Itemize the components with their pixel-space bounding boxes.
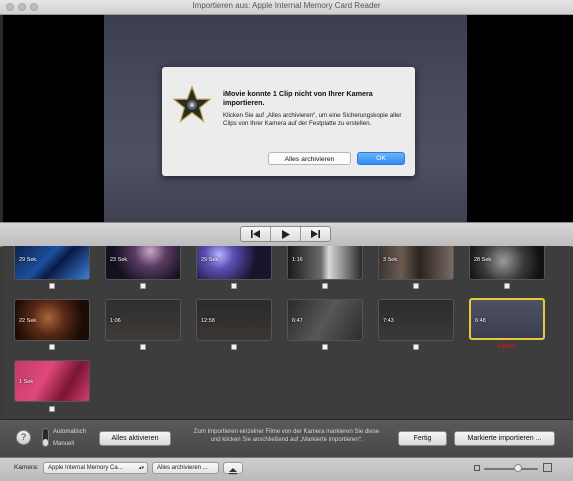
clip-thumbnail[interactable]: 1:16 xyxy=(287,246,363,280)
dialog-title: iMovie konnte 1 Clip nicht von Ihrer Kam… xyxy=(223,89,373,107)
clip-duration: 12:58 xyxy=(201,318,215,324)
done-button[interactable]: Fertig xyxy=(398,431,447,446)
manual-label: Manuell xyxy=(53,441,75,447)
clip-checkbox[interactable] xyxy=(140,344,146,350)
next-button[interactable] xyxy=(301,227,330,241)
popup-arrows-icon: ▴▾ xyxy=(138,465,144,471)
window-title: Importieren aus: Apple Internal Memory C… xyxy=(192,1,381,10)
camera-label: Kamera: xyxy=(14,464,39,471)
clip-checkbox[interactable] xyxy=(49,344,55,350)
skip-forward-icon xyxy=(311,230,320,238)
clip-checkbox[interactable] xyxy=(49,283,55,289)
dialog-message: Klicken Sie auf „Alles archivieren“, um … xyxy=(223,112,402,127)
clip-thumbnail[interactable]: 6:47 xyxy=(287,299,363,341)
clip-thumbnail[interactable]: 1 Sek. xyxy=(14,360,90,402)
clip-thumbnail[interactable]: 1:06 xyxy=(105,299,181,341)
slider-knob[interactable] xyxy=(514,464,522,472)
clip-duration: 6:48 xyxy=(475,318,486,324)
clip-duration: 1 Sek. xyxy=(19,379,35,385)
camera-select-value: Apple Internal Memory Ca... xyxy=(48,465,123,471)
clip-thumbnail[interactable]: 29 Sek. xyxy=(196,246,272,280)
clip-thumbnail[interactable]: 12:58 xyxy=(196,299,272,341)
camera-status-bar: Kamera: Apple Internal Memory Ca... ▴▾ Al… xyxy=(0,457,573,481)
thumbnail-size-slider[interactable] xyxy=(484,468,538,470)
clip-checkbox[interactable] xyxy=(322,283,328,289)
clip-checkbox[interactable] xyxy=(49,406,55,412)
import-window: Importieren aus: Apple Internal Memory C… xyxy=(0,0,573,481)
clip-checkbox[interactable] xyxy=(413,283,419,289)
previous-button[interactable] xyxy=(241,227,271,241)
clip-duration: 6:47 xyxy=(292,318,303,324)
clip-duration: 29 Sek. xyxy=(19,257,38,263)
preview-divider xyxy=(0,15,3,222)
clip-thumbnail[interactable]: 29 Sek. xyxy=(14,246,90,280)
clip-duration: 29 Sek. xyxy=(201,257,220,263)
activate-all-button[interactable]: Alles aktivieren xyxy=(99,431,171,446)
archive-all-menu-label: Alles archivieren ... xyxy=(157,465,208,471)
clip-thumbnail[interactable]: 28 Sek. xyxy=(469,246,545,280)
import-marked-button[interactable]: Markierte importieren ... xyxy=(454,431,555,446)
clip-duration: 28 Sek. xyxy=(474,257,493,263)
clip-duration: 22 Sek. xyxy=(19,318,38,324)
playback-controls xyxy=(240,226,331,242)
automatic-label: Automatisch xyxy=(53,429,87,435)
title-bar: Importieren aus: Apple Internal Memory C… xyxy=(0,0,573,15)
eject-icon xyxy=(229,468,237,475)
clip-checkbox[interactable] xyxy=(140,283,146,289)
error-alert-dialog: iMovie konnte 1 Clip nicht von Ihrer Kam… xyxy=(162,67,415,176)
clip-thumbnail[interactable]: 23 Sek. xyxy=(105,246,181,280)
playback-control-bar xyxy=(0,222,573,247)
skip-back-icon xyxy=(251,230,260,238)
clip-thumbnail[interactable]: 7:43 xyxy=(378,299,454,341)
clip-duration: 1:06 xyxy=(110,318,121,324)
clip-thumbnail-selected[interactable]: 6:48 xyxy=(469,298,545,340)
clip-duration: 1:16 xyxy=(292,257,303,263)
clip-duration: 3 Sek. xyxy=(383,257,399,263)
eject-button[interactable] xyxy=(223,462,243,475)
clip-duration: 7:43 xyxy=(383,318,394,324)
clip-grid: 29 Sek. 23 Sek. 29 Sek. 1:16 3 Sek. 28 S… xyxy=(3,246,570,418)
large-thumbnail-icon xyxy=(543,463,552,472)
switch-knob[interactable] xyxy=(43,439,48,446)
clip-checkbox[interactable] xyxy=(231,283,237,289)
clip-thumbnail[interactable]: 22 Sek. xyxy=(14,299,90,341)
play-icon xyxy=(282,229,290,239)
imovie-star-icon xyxy=(173,85,211,123)
ok-button[interactable]: OK xyxy=(357,152,405,165)
import-mode-switch[interactable] xyxy=(42,428,49,447)
import-options-bar: ? Automatisch Manuell Alles aktivieren Z… xyxy=(0,419,573,457)
clip-error-label: Fehler xyxy=(498,344,517,350)
clip-checkbox[interactable] xyxy=(413,344,419,350)
clip-checkbox[interactable] xyxy=(322,344,328,350)
clip-checkbox[interactable] xyxy=(504,283,510,289)
archive-all-menu[interactable]: Alles archivieren ... xyxy=(152,462,219,474)
small-thumbnail-icon xyxy=(474,465,480,471)
help-button[interactable]: ? xyxy=(16,430,31,445)
import-hint-text: Zum Importieren einzelner Filme von der … xyxy=(193,429,380,443)
camera-select[interactable]: Apple Internal Memory Ca... ▴▾ xyxy=(43,462,148,474)
clip-checkbox[interactable] xyxy=(231,344,237,350)
clip-thumbnail[interactable]: 3 Sek. xyxy=(378,246,454,280)
play-button[interactable] xyxy=(271,227,301,241)
clip-duration: 23 Sek. xyxy=(110,257,129,263)
archive-all-button[interactable]: Alles archivieren xyxy=(268,152,351,165)
